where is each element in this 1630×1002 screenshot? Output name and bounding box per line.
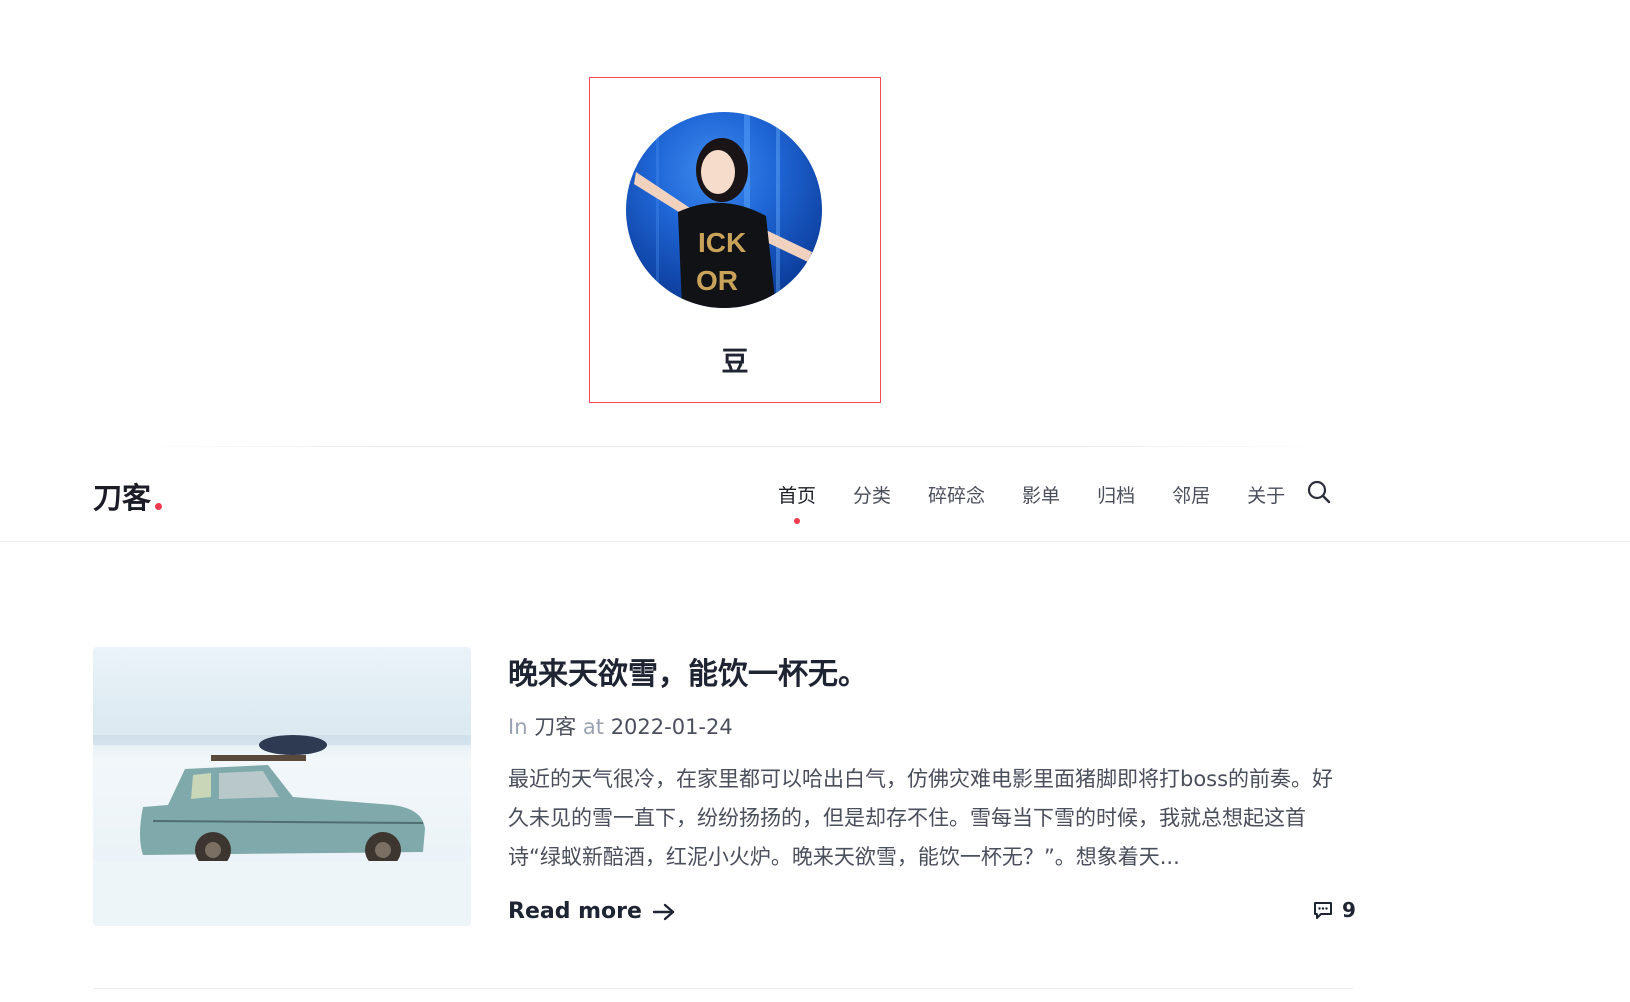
divider (93, 988, 1353, 989)
nav-item-home[interactable]: 首页 (778, 481, 817, 524)
nav-label: 首页 (778, 485, 817, 507)
search-button[interactable] (1306, 479, 1332, 505)
meta-at-label: at (582, 715, 604, 739)
comment-icon (1314, 902, 1332, 919)
nav-label: 影单 (1022, 485, 1061, 507)
meta-in-label: In (508, 715, 528, 739)
nav-item-categories[interactable]: 分类 (853, 481, 891, 508)
site-header: 刀客 首页 分类 碎碎念 影单 归档 邻居 关于 (0, 447, 1630, 542)
nav-label: 关于 (1247, 485, 1286, 507)
post-thumbnail[interactable] (93, 647, 471, 926)
arrow-right-icon (652, 903, 675, 920)
post-excerpt: 最近的天气很冷，在家里都可以哈出白气，仿佛灾难电影里面猪脚即将打boss的前奏。… (508, 767, 1334, 869)
site-logo[interactable]: 刀客 (93, 475, 163, 517)
logo-dot (155, 503, 163, 510)
profile-card[interactable]: ICK OR 豆 (589, 77, 881, 403)
nav-item-movies[interactable]: 影单 (1022, 481, 1060, 508)
comment-count: 9 (1342, 898, 1356, 922)
svg-text:OR: OR (696, 265, 738, 296)
nav-label: 分类 (853, 485, 892, 507)
nav-item-friends[interactable]: 邻居 (1172, 481, 1210, 508)
post-category[interactable]: 刀客 (534, 715, 576, 739)
post-meta: In 刀客 at 2022-01-24 (508, 711, 733, 741)
nav-item-archive[interactable]: 归档 (1097, 481, 1135, 508)
nav-label: 邻居 (1172, 485, 1211, 507)
post-image (93, 647, 471, 926)
active-indicator (794, 518, 800, 524)
main-nav: 首页 分类 碎碎念 影单 归档 邻居 关于 (778, 481, 1322, 524)
post-date: 2022-01-24 (610, 715, 733, 739)
post-title[interactable]: 晚来天欲雪，能饮一杯无。 (508, 649, 868, 693)
svg-text:ICK: ICK (698, 227, 746, 258)
nav-label: 归档 (1097, 485, 1136, 507)
nav-item-notes[interactable]: 碎碎念 (928, 481, 985, 508)
comments-link[interactable]: 9 (1312, 898, 1356, 922)
profile-name: 豆 (721, 347, 749, 378)
nav-item-about[interactable]: 关于 (1247, 481, 1285, 508)
avatar[interactable]: ICK OR (626, 112, 822, 308)
search-icon (1307, 480, 1331, 504)
read-more-label: Read more (508, 899, 642, 924)
logo-text: 刀客 (93, 481, 152, 515)
read-more-link[interactable]: Read more (508, 899, 676, 924)
avatar-image: ICK OR (634, 112, 812, 308)
nav-label: 碎碎念 (928, 485, 986, 507)
